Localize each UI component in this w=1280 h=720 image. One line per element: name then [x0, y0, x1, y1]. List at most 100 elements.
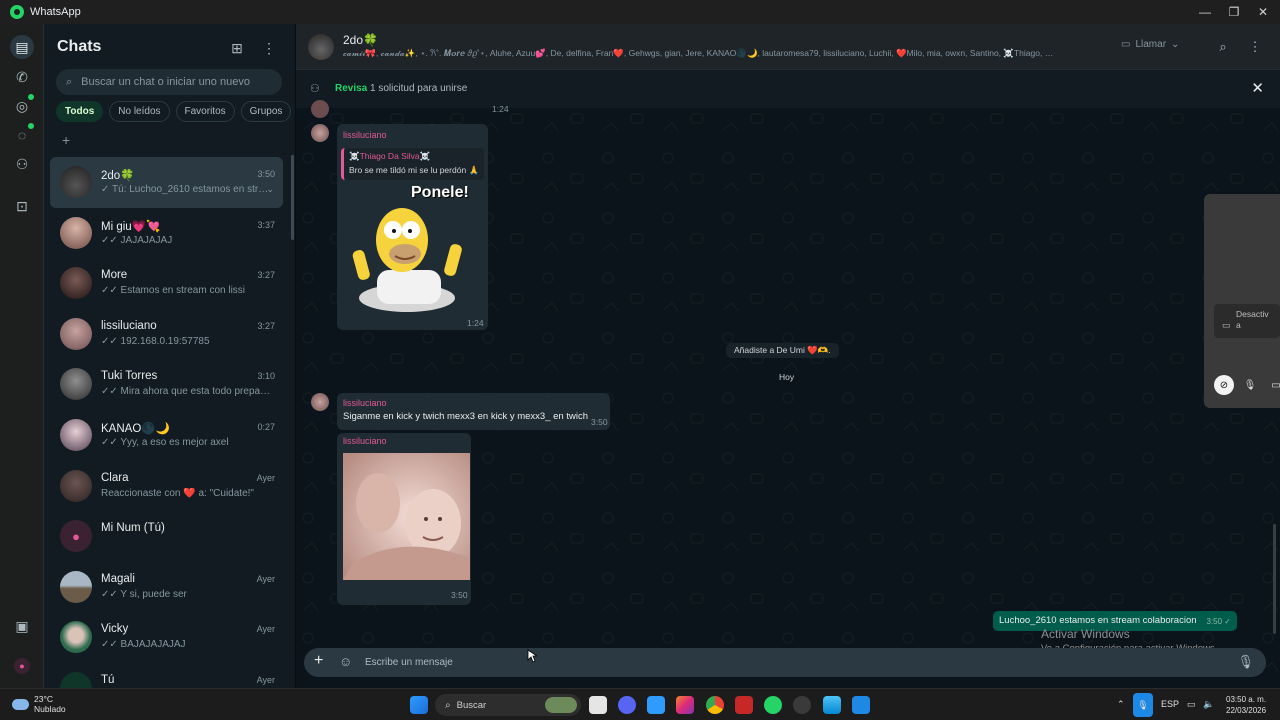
- sender-avatar: [311, 100, 329, 118]
- chat-search-input[interactable]: ⌕ Buscar un chat o iniciar uno nuevo: [56, 69, 282, 95]
- image-message[interactable]: lissiluciano 3:50: [337, 433, 471, 605]
- avatar: [60, 317, 92, 350]
- profile-icon[interactable]: ●: [10, 654, 34, 678]
- text-message[interactable]: lissiluciano Siganme en kick y twich mex…: [337, 393, 610, 430]
- video-camera-icon: ▭: [1121, 39, 1131, 50]
- request-suffix: solicitud para unirse: [378, 83, 468, 94]
- tray-expand-icon[interactable]: ⌃: [1117, 699, 1125, 710]
- task-view-icon[interactable]: [589, 696, 607, 714]
- store-icon[interactable]: [647, 696, 665, 714]
- chat-header[interactable]: 2do🍀 𝓬𝓪𝓶𝓲𝓲🎀, 𝓬𝓪𝓷𝓭𝓪✨, ⋆. 𐙚˚. 𝑴𝒐𝒓𝒆 𝜗𝜚˚⋆, A…: [296, 24, 1280, 70]
- chat-item-tuki-torres[interactable]: Tuki Torres 3:10 ✓✓ Mira ahora que esta …: [50, 359, 283, 410]
- instagram-icon[interactable]: [676, 696, 694, 714]
- chats-nav-icon[interactable]: ▤: [10, 35, 34, 59]
- whatsapp-logo-icon: [10, 5, 24, 19]
- date-divider: Hoy: [779, 372, 795, 382]
- search-icon: ⌕: [445, 699, 451, 711]
- group-name[interactable]: 2do🍀: [343, 33, 378, 47]
- chrome-icon[interactable]: [706, 696, 724, 714]
- chat-menu-icon[interactable]: ⋮: [1246, 38, 1264, 56]
- chat-item-mi-num[interactable]: ● Mi Num (Tú): [50, 511, 283, 562]
- chat-item-vicky[interactable]: Vicky Ayer ✓✓ BAJAJAJAJAJ: [50, 612, 283, 663]
- chat-name: lissiluciano: [101, 319, 157, 332]
- chat-item-magali[interactable]: Magali Ayer ✓✓ Y si, puede ser: [50, 562, 283, 613]
- taskbar-search[interactable]: ⌕ Buscar: [435, 694, 581, 716]
- screen-share-icon[interactable]: ▭: [1266, 375, 1280, 395]
- chevron-down-icon[interactable]: ⌄: [266, 184, 274, 195]
- communities-nav-icon[interactable]: ⚇: [10, 152, 34, 176]
- filter-unread[interactable]: No leídos: [109, 101, 170, 122]
- add-filter-icon[interactable]: +: [62, 133, 76, 147]
- avatar: [60, 570, 92, 603]
- chat-item-more[interactable]: More 3:27 ✓✓ Estamos en stream con lissi: [50, 258, 283, 309]
- chat-item-mi-giu[interactable]: Mi giu💗💘 3:37 ✓✓ JAJAJAJAJ: [50, 208, 283, 259]
- chat-preview: ✓✓ BAJAJAJAJAJ: [101, 639, 186, 651]
- emoji-icon[interactable]: ☺: [339, 654, 352, 669]
- floating-call-panel[interactable]: ▭ Desactiv a ⊘ 🎙 ▭: [1204, 194, 1280, 408]
- chat-item-2do[interactable]: 2do🍀 3:50 ✓ Tú: Luchoo_2610 estamos en s…: [50, 157, 283, 208]
- weather-widget[interactable]: 23°C Nublado: [12, 694, 66, 714]
- chat-name: Tú: [101, 673, 115, 686]
- filter-groups[interactable]: Grupos: [240, 101, 292, 122]
- weather-temp: 23°C: [34, 694, 53, 704]
- attach-plus-icon[interactable]: +: [314, 652, 323, 670]
- join-request-link[interactable]: Revisa: [335, 83, 367, 94]
- taskbar-search-label: Buscar: [456, 699, 487, 711]
- message-composer[interactable]: + ☺ Escribe un mensaje 🎙: [304, 648, 1266, 677]
- close-icon[interactable]: ✕: [1251, 79, 1264, 97]
- call-button[interactable]: ▭ Llamar ⌄: [1121, 39, 1179, 50]
- filter-favorites[interactable]: Favoritos: [175, 101, 235, 122]
- chat-name: Clara: [101, 471, 129, 484]
- archived-nav-icon[interactable]: ⊡: [10, 194, 34, 218]
- nav-rail: ▤ ✆ ◎ ◌ ⚇ ⊡ ▣ ●: [0, 24, 44, 688]
- app-icon[interactable]: [852, 696, 870, 714]
- chat-preview: ✓✓ Mira ahora que esta todo preparado: [101, 386, 271, 398]
- chat-name: Vicky: [101, 623, 129, 636]
- discord-icon[interactable]: [618, 696, 636, 714]
- close-window-icon[interactable]: ✕: [1246, 0, 1280, 24]
- news-app-icon[interactable]: [735, 696, 753, 714]
- chat-item-clara[interactable]: Clara Ayer Reaccionaste con ❤️ a: "Cuida…: [50, 461, 283, 512]
- chat-preview: ✓✓ JAJAJAJAJ: [101, 234, 173, 246]
- mic-icon[interactable]: 🎙: [1240, 375, 1260, 395]
- whatsapp-taskbar-icon[interactable]: [764, 696, 782, 714]
- avatar: [60, 166, 92, 198]
- language-indicator[interactable]: ESP: [1161, 699, 1179, 709]
- group-avatar[interactable]: [308, 34, 334, 60]
- quoted-text: Bro se me tildó mi se lu perdón 🙏: [349, 165, 480, 175]
- message-sender: lissiluciano: [343, 398, 387, 408]
- chat-item-lissiluciano[interactable]: lissiluciano 3:27 ✓✓ 192.168.0.19:57785: [50, 309, 283, 360]
- chat-name: Mi Num (Tú): [101, 522, 165, 535]
- system-clock[interactable]: 03:50 a. m. 22/03/2026: [1226, 694, 1266, 716]
- sidebar-menu-icon[interactable]: ⋮: [259, 38, 279, 58]
- avatar: [60, 418, 92, 451]
- photo-attachment[interactable]: [343, 453, 470, 580]
- chat-name: KANAO🌑🌙: [101, 422, 170, 435]
- video-off-icon[interactable]: ⊘: [1214, 375, 1234, 395]
- network-icon[interactable]: ▭: [1187, 699, 1196, 710]
- microphone-tray-icon[interactable]: 🎙: [1133, 693, 1153, 717]
- filter-all[interactable]: Todos: [56, 101, 104, 122]
- sticker-message[interactable]: lissiluciano ☠️Thiago Da Silva☠️ Bro se …: [337, 124, 488, 330]
- new-chat-icon[interactable]: ⊞: [227, 38, 247, 58]
- search-icon[interactable]: ⌕: [1214, 38, 1232, 56]
- volume-icon[interactable]: 🔈: [1203, 699, 1214, 710]
- steam-icon[interactable]: [793, 696, 811, 714]
- sidebar-scrollbar[interactable]: [291, 155, 294, 240]
- media-gallery-icon[interactable]: ▣: [10, 614, 34, 638]
- chat-item-kanao[interactable]: KANAO🌑🌙 0:27 ✓✓ Yyy, a eso es mejor axel: [50, 410, 283, 461]
- quoted-message[interactable]: ☠️Thiago Da Silva☠️ Bro se me tildó mi s…: [341, 148, 484, 180]
- photos-icon[interactable]: [823, 696, 841, 714]
- camera-off-text: Desactiv a: [1236, 309, 1269, 330]
- join-request-text[interactable]: Revisa 1 solicitud para unirse: [335, 83, 467, 94]
- windows-start-icon[interactable]: [410, 696, 428, 714]
- voice-message-icon[interactable]: 🎙: [1237, 654, 1254, 670]
- call-label: Llamar: [1135, 39, 1167, 50]
- status-new-dot: [28, 94, 34, 100]
- chat-time: 0:27: [257, 421, 275, 432]
- calls-nav-icon[interactable]: ✆: [10, 65, 34, 89]
- chat-scrollbar[interactable]: [1273, 524, 1276, 634]
- message-input[interactable]: Escribe un mensaje: [365, 657, 453, 668]
- join-request-banner[interactable]: ⚇ Revisa 1 solicitud para unirse ✕: [296, 70, 1280, 108]
- sender-avatar: [311, 393, 329, 411]
